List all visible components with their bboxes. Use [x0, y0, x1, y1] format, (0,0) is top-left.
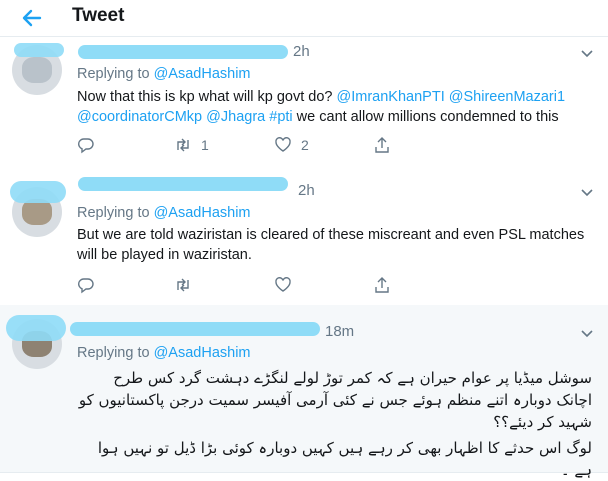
- replying-to-line: Replying to @AsadHashim: [77, 345, 251, 361]
- reply-icon: [78, 138, 94, 154]
- replying-to-line: Replying to @AsadHashim: [77, 66, 251, 82]
- chevron-down-icon[interactable]: [580, 188, 594, 198]
- mention-link[interactable]: @ShireenMazari1: [449, 89, 565, 105]
- tweet-text-segment: Now that this is kp what will kp govt do…: [77, 89, 337, 105]
- reply-icon: [78, 278, 94, 294]
- redaction-scribble: [6, 315, 66, 341]
- share-icon: [375, 277, 389, 293]
- reply-button[interactable]: [77, 135, 104, 155]
- heart-icon: [275, 277, 291, 292]
- retweet-count: 1: [201, 137, 209, 153]
- reply-button[interactable]: [77, 275, 95, 295]
- reply-tweet[interactable]: 2h Replying to @AsadHashim But we are to…: [0, 167, 608, 306]
- redaction-scribble: [14, 43, 64, 57]
- replying-to-line: Replying to @AsadHashim: [77, 205, 251, 221]
- tweet-actions: [77, 275, 397, 295]
- replying-to-handle[interactable]: @AsadHashim: [154, 205, 251, 221]
- share-button[interactable]: [373, 275, 391, 295]
- replying-to-label: Replying to: [77, 205, 154, 221]
- share-button[interactable]: [373, 135, 391, 155]
- arrow-left-icon[interactable]: [20, 6, 44, 30]
- reply-tweet[interactable]: 18m Replying to @AsadHashim سوشل میڈیا پ…: [0, 305, 608, 479]
- mention-link[interactable]: @Jhagra: [206, 109, 265, 125]
- tweet-timestamp[interactable]: 2h: [293, 43, 310, 60]
- like-button[interactable]: 2: [274, 135, 309, 155]
- page-title: Tweet: [72, 5, 125, 26]
- retweet-button[interactable]: 1: [174, 135, 209, 155]
- reply-tweet[interactable]: 2h Replying to @AsadHashim Now that this…: [0, 37, 608, 168]
- tweet-text-paragraph: سوشل میڈیا پر عوام حیران ہے کہ کمر توڑ ل…: [78, 369, 592, 431]
- tweet-timestamp[interactable]: 18m: [325, 323, 354, 340]
- top-bar: Tweet: [0, 0, 608, 37]
- retweet-button[interactable]: [174, 275, 192, 295]
- tweet-text-segment: we cant allow millions condemned to this: [292, 109, 559, 125]
- tweet-actions: 1 2: [77, 135, 397, 155]
- mention-link[interactable]: @coordinatorCMkp: [77, 109, 202, 125]
- tweet-text-paragraph: لوگ اس حدثے کا اظہار بھی کر رہے ہیں کہیں…: [97, 439, 592, 479]
- replying-to-label: Replying to: [77, 345, 154, 361]
- chevron-down-icon[interactable]: [580, 49, 594, 59]
- chevron-down-icon[interactable]: [580, 329, 594, 339]
- like-count: 2: [301, 137, 309, 153]
- like-button[interactable]: [274, 275, 292, 295]
- mention-link[interactable]: @ImranKhanPTI: [337, 89, 445, 105]
- replying-to-handle[interactable]: @AsadHashim: [154, 345, 251, 361]
- hashtag-link[interactable]: #pti: [269, 109, 292, 125]
- heart-icon: [275, 137, 291, 152]
- tweet-text: Now that this is kp what will kp govt do…: [77, 87, 592, 127]
- share-icon: [375, 137, 389, 153]
- redacted-username: [78, 45, 288, 59]
- replying-to-label: Replying to: [77, 66, 154, 82]
- tweet-text: But we are told waziristan is cleared of…: [77, 227, 585, 263]
- redacted-username: [70, 322, 320, 336]
- retweet-icon: [177, 278, 189, 292]
- redaction-scribble: [10, 181, 66, 203]
- redacted-username: [78, 177, 288, 191]
- retweet-icon: [177, 138, 189, 152]
- replying-to-handle[interactable]: @AsadHashim: [154, 66, 251, 82]
- tweet-timestamp[interactable]: 2h: [298, 182, 315, 199]
